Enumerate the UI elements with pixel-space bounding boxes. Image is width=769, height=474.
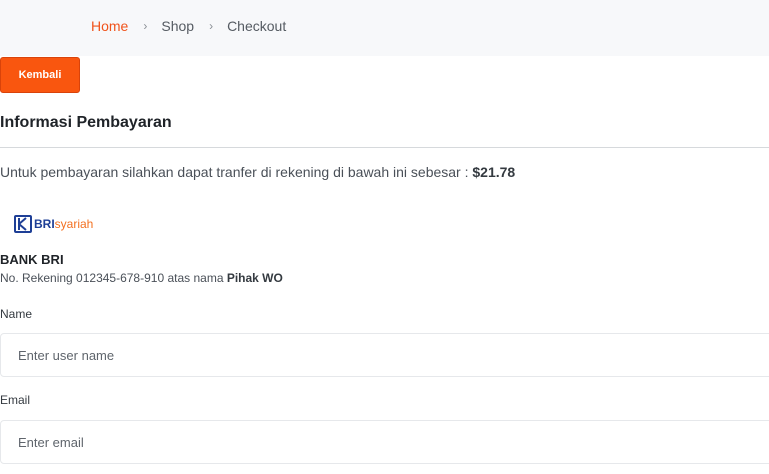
breadcrumb-bar: Home › Shop › Checkout (0, 0, 769, 56)
email-label: Email (0, 393, 31, 407)
logo-text-bri: BRI (34, 217, 55, 231)
section-title: Informasi Pembayaran (0, 114, 172, 131)
payment-instruction-text: Untuk pembayaran silahkan dapat tranfer … (0, 164, 473, 180)
divider (0, 147, 769, 148)
breadcrumb-checkout: Checkout (227, 18, 287, 34)
account-number-text: No. Rekening 012345-678-910 atas nama (0, 271, 227, 285)
breadcrumb-shop[interactable]: Shop (161, 18, 194, 34)
account-info: No. Rekening 012345-678-910 atas nama Pi… (0, 271, 283, 285)
name-label: Name (0, 307, 33, 321)
bank-name: BANK BRI (0, 252, 64, 267)
back-button[interactable]: Kembali (0, 57, 80, 93)
bri-syariah-logo: BRI syariah (14, 215, 93, 233)
name-input[interactable] (0, 333, 769, 377)
breadcrumb-separator: › (209, 19, 214, 33)
email-input[interactable] (0, 420, 769, 464)
breadcrumb-home-link[interactable]: Home (91, 18, 128, 34)
breadcrumb: Home › Shop › Checkout (91, 18, 286, 34)
payment-amount: $21.78 (472, 164, 516, 180)
bri-logo-icon (14, 215, 32, 233)
payment-instruction: Untuk pembayaran silahkan dapat tranfer … (0, 164, 515, 180)
account-holder: Pihak WO (226, 271, 283, 285)
logo-text-syariah: syariah (54, 217, 94, 231)
breadcrumb-separator: › (143, 19, 148, 33)
